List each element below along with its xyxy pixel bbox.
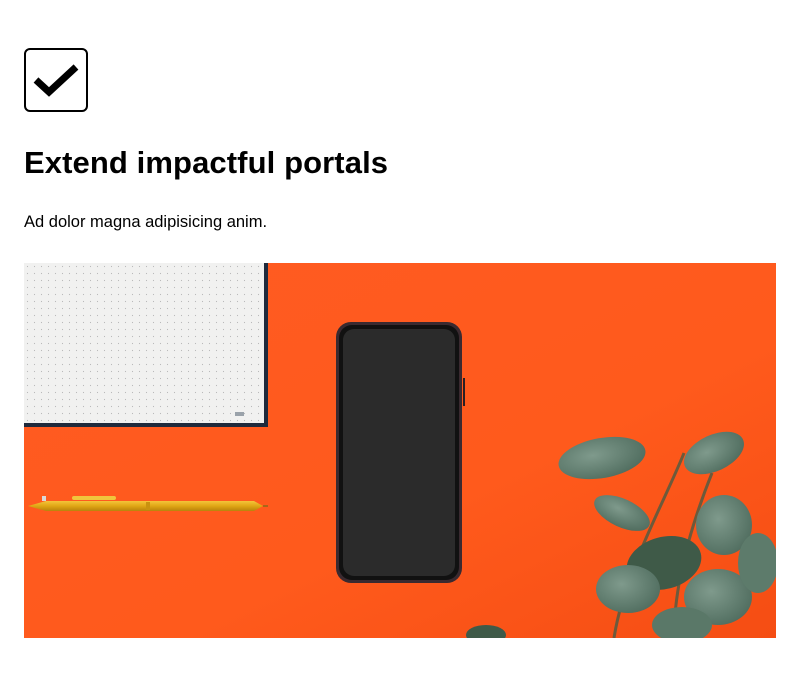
checkbox-checked-icon bbox=[24, 48, 88, 112]
desk-flatlay-illustration bbox=[24, 263, 776, 638]
feature-card: Extend impactful portals Ad dolor magna … bbox=[24, 48, 776, 232]
feature-description: Ad dolor magna adipisicing anim. bbox=[24, 212, 268, 231]
feature-title: Extend impactful portals bbox=[24, 145, 389, 180]
hero-image bbox=[24, 263, 776, 638]
checkmark-glyph bbox=[33, 64, 79, 97]
smartphone bbox=[336, 322, 465, 583]
notebook bbox=[24, 263, 268, 427]
